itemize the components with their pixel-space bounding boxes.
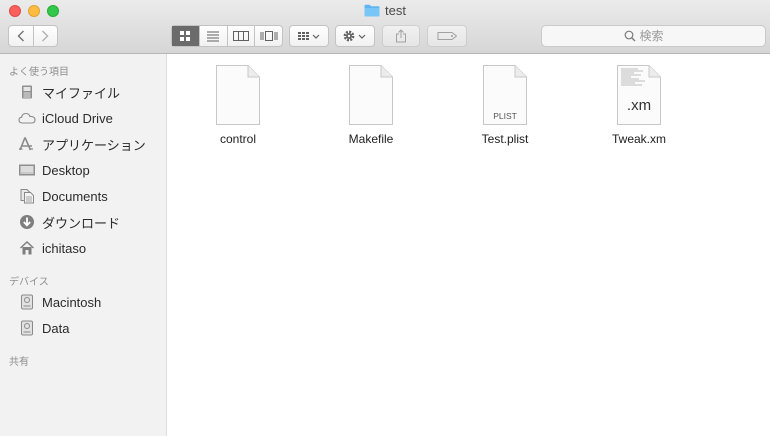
file-item-control[interactable]: control [183, 63, 293, 146]
file-badge-text: PLIST [493, 111, 517, 121]
list-view-button[interactable] [200, 26, 228, 46]
search-input[interactable] [635, 29, 684, 43]
file-item-tweak-xm[interactable]: .xm Tweak.xm [584, 63, 694, 146]
file-name: Makefile [348, 132, 394, 146]
sidebar-item-label: ダウンロード [42, 215, 121, 231]
folder-icon [364, 4, 380, 20]
sidebar: よく使う項目 マイファイル iCloud Drive アプリケーション Desk… [0, 54, 167, 436]
sidebar-item-desktop[interactable]: Desktop [0, 158, 166, 182]
sidebar-item-label: Documents [42, 188, 108, 204]
file-item-makefile[interactable]: Makefile [316, 63, 426, 146]
sidebar-item-label: Macintosh [42, 294, 102, 310]
documents-icon [17, 186, 37, 206]
cover-flow-view-button[interactable] [255, 26, 282, 46]
finder-window: test 検索 よく使う項目 マイファイル iCloud Drive アプリケー… [0, 0, 770, 436]
file-name: control [219, 132, 257, 146]
file-name: Tweak.xm [611, 132, 666, 146]
chevron-left-icon [17, 30, 24, 42]
devices-section-title: デバイス [9, 277, 49, 288]
sidebar-item-label: iCloud Drive [42, 110, 113, 126]
file-icon-view: control Makefile PLIST Test.plist .xm Tw… [168, 55, 770, 436]
navigation-buttons [8, 25, 58, 47]
desktop-icon [17, 160, 37, 180]
sidebar-item-label: ichitaso [42, 240, 87, 256]
list-view-icon [207, 31, 220, 42]
sidebar-item-documents[interactable]: Documents [0, 184, 166, 208]
sidebar-item-icloud-drive[interactable]: iCloud Drive [0, 106, 166, 130]
arrange-button[interactable] [289, 25, 329, 47]
sidebar-item-home[interactable]: ichitaso [0, 236, 166, 260]
toolbar: test [0, 0, 770, 54]
file-item-test-plist[interactable]: PLIST Test.plist [450, 63, 560, 146]
search-field[interactable] [541, 25, 766, 47]
icon-view-icon [180, 31, 191, 41]
applications-icon [17, 134, 37, 154]
plist-document-icon: PLIST [483, 65, 527, 125]
downloads-icon [17, 212, 37, 232]
tag-icon [437, 32, 458, 40]
sidebar-item-label: Data [42, 320, 70, 336]
sidebar-item-all-my-files[interactable]: マイファイル [0, 80, 166, 104]
search-icon [624, 30, 635, 42]
edit-tags-button[interactable] [427, 25, 467, 47]
arrange-icon [298, 32, 320, 40]
sidebar-item-label: アプリケーション [42, 137, 146, 153]
favorites-section-title: よく使う項目 [9, 67, 69, 78]
sidebar-item-data[interactable]: Data [0, 316, 166, 340]
disk-icon [17, 292, 37, 312]
forward-button[interactable] [34, 26, 58, 46]
sidebar-item-label: Desktop [42, 162, 90, 178]
sidebar-item-applications[interactable]: アプリケーション [0, 132, 166, 156]
shared-section-title: 共有 [9, 357, 29, 368]
share-icon [396, 29, 406, 43]
share-button[interactable] [382, 25, 420, 47]
action-button[interactable] [335, 25, 375, 47]
cover-flow-icon [260, 31, 278, 41]
column-view-icon [232, 31, 249, 41]
gear-icon [343, 30, 366, 42]
document-icon [216, 65, 260, 125]
cloud-icon [17, 108, 37, 128]
sidebar-item-macintosh[interactable]: Macintosh [0, 290, 166, 314]
sidebar-item-label: マイファイル [42, 85, 121, 101]
back-button[interactable] [9, 26, 34, 46]
home-icon [17, 238, 37, 258]
sidebar-item-downloads[interactable]: ダウンロード [0, 210, 166, 234]
source-document-icon: .xm [617, 65, 661, 125]
chevron-right-icon [42, 30, 49, 42]
window-title-text: test [385, 3, 406, 18]
view-mode-control [171, 25, 283, 47]
disk-icon [17, 318, 37, 338]
window-title: test [0, 3, 770, 20]
all-my-files-icon [17, 82, 37, 102]
document-icon [349, 65, 393, 125]
column-view-button[interactable] [228, 26, 256, 46]
file-name: Test.plist [481, 132, 529, 146]
file-badge-text: .xm [627, 97, 651, 114]
icon-view-button[interactable] [172, 26, 200, 46]
